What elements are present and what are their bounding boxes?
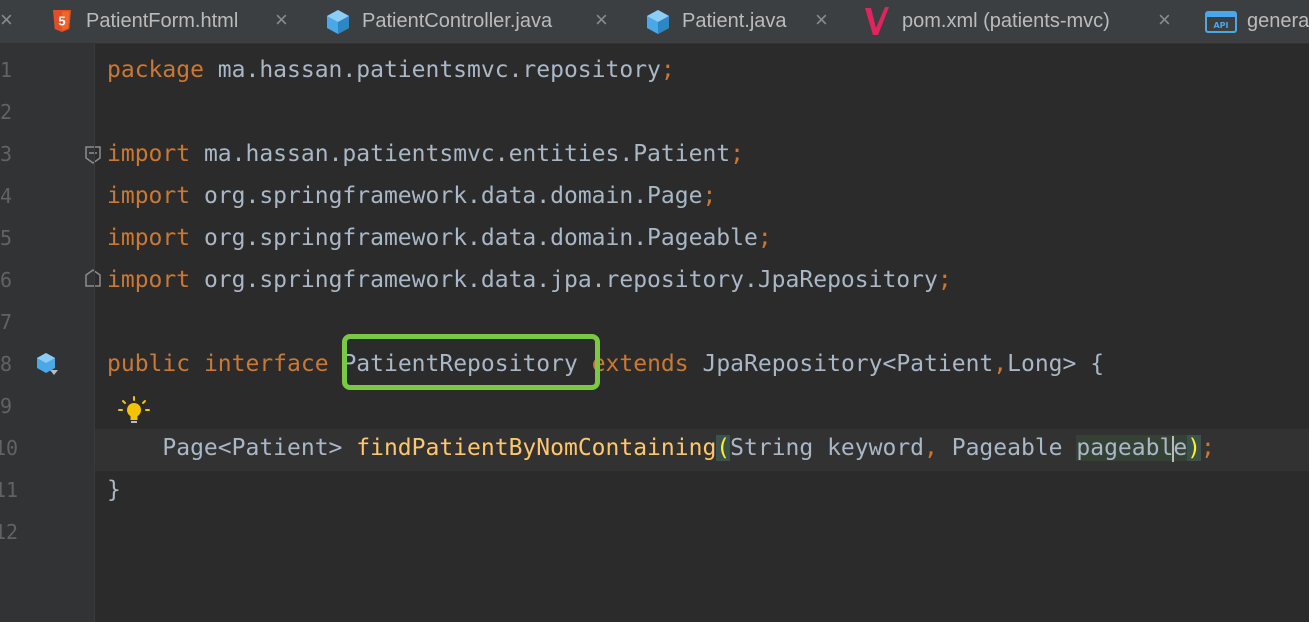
type-reference: Long> { [1007,351,1105,377]
tab-patientcontroller-java[interactable]: PatientController.java × [325,0,620,43]
parameter: String keyword [730,435,925,461]
tab-patientform-html[interactable]: 5 PatientForm.html × [48,0,298,43]
keyword: import [107,183,191,209]
implemented-interface-icon[interactable] [36,352,60,376]
java-class-icon [647,10,669,34]
semicolon: ; [1201,435,1215,461]
import-path: org.springframework.data.domain.Pageable [190,225,758,251]
line-number: 1 [0,58,13,82]
close-icon[interactable]: × [1158,8,1171,32]
return-type: Page<Patient> [162,435,357,461]
matched-paren: ) [1187,435,1202,461]
line-number: 11 [0,478,19,502]
keyword: import [107,141,191,167]
package-name: ma.hassan.patientsmvc.repository [203,57,661,83]
java-class-icon [327,10,349,34]
keyword: public [107,351,191,377]
svg-text:5: 5 [58,14,65,29]
code-line-11: } [107,469,121,511]
line-number: 10 [0,436,19,460]
line-number: 6 [0,268,13,292]
lightbulb-icon[interactable] [118,396,150,428]
code-editor[interactable]: package ma.hassan.patientsmvc.repository… [95,44,1309,622]
parameter-name: e [1173,435,1188,461]
keyword: import [107,267,191,293]
close-icon[interactable]: × [595,8,608,32]
semicolon: ; [660,57,675,83]
parameter-name: pageabl [1076,435,1174,461]
tab-label: Patient.java [682,10,787,32]
comma: , [924,435,938,461]
line-number: 7 [0,310,13,334]
api-file-icon: API [1205,11,1237,33]
html5-icon: 5 [53,10,71,32]
tab-pom-xml[interactable]: pom.xml (patients-mvc) × [862,0,1182,43]
line-number: 3 [0,142,13,166]
semicolon: ; [702,183,717,209]
line-number: 8 [0,352,13,376]
line-number: 4 [0,184,13,208]
tab-label: pom.xml (patients-mvc) [902,10,1110,32]
import-path: org.springframework.data.domain.Page [190,183,703,209]
code-line-6: import org.springframework.data.jpa.repo… [107,259,952,301]
close-icon[interactable]: × [275,8,288,32]
keyword: package [107,57,204,83]
line-number: 9 [0,394,13,418]
keyword: interface [190,351,329,377]
semicolon: ; [730,141,744,167]
svg-text:API: API [1213,21,1228,30]
import-path: org.springframework.data.jpa.repository.… [190,267,938,293]
code-line-4: import org.springframework.data.domain.P… [107,175,716,217]
keyword: import [107,225,191,251]
import-path: ma.hassan.patientsmvc.entities.Patient [190,141,731,167]
type-reference: JpaRepository<Patient [688,351,994,377]
code-line-5: import org.springframework.data.domain.P… [107,217,772,259]
semicolon: ; [757,225,772,251]
code-line-3: import ma.hassan.patientsmvc.entities.Pa… [107,133,744,175]
code-line-8: public interface PatientRepository exten… [107,343,1104,385]
method-name[interactable]: findPatientByNomContaining [356,435,716,461]
line-number: 12 [0,520,19,544]
parameter-type: Pageable [937,435,1077,461]
line-number-gutter: 1 2 3 4 5 6 7 8 9 10 11 12 [0,44,101,622]
tab-generated-api[interactable]: API genera [1205,0,1309,43]
tab-patient-java[interactable]: Patient.java × [645,0,845,43]
code-line-1: package ma.hassan.patientsmvc.repository… [107,49,675,91]
highlight-box [342,334,600,390]
code-line-10: Page<Patient> findPatientByNomContaining… [107,427,1215,469]
comma: , [993,351,1008,377]
tab-label: genera [1247,10,1309,32]
editor-tab-bar: × 5 PatientForm.html × PatientController… [0,0,1309,44]
close-icon[interactable]: × [0,8,13,32]
line-number: 2 [0,100,13,124]
semicolon: ; [937,267,952,293]
matched-paren: ( [716,435,731,461]
line-number: 5 [0,226,13,250]
tab-label: PatientForm.html [86,10,239,32]
maven-icon [865,7,889,35]
closing-brace: } [107,477,121,503]
highlighted-parameter: pageable [1076,435,1188,462]
close-icon[interactable]: × [815,8,828,32]
tab-label: PatientController.java [362,10,553,32]
